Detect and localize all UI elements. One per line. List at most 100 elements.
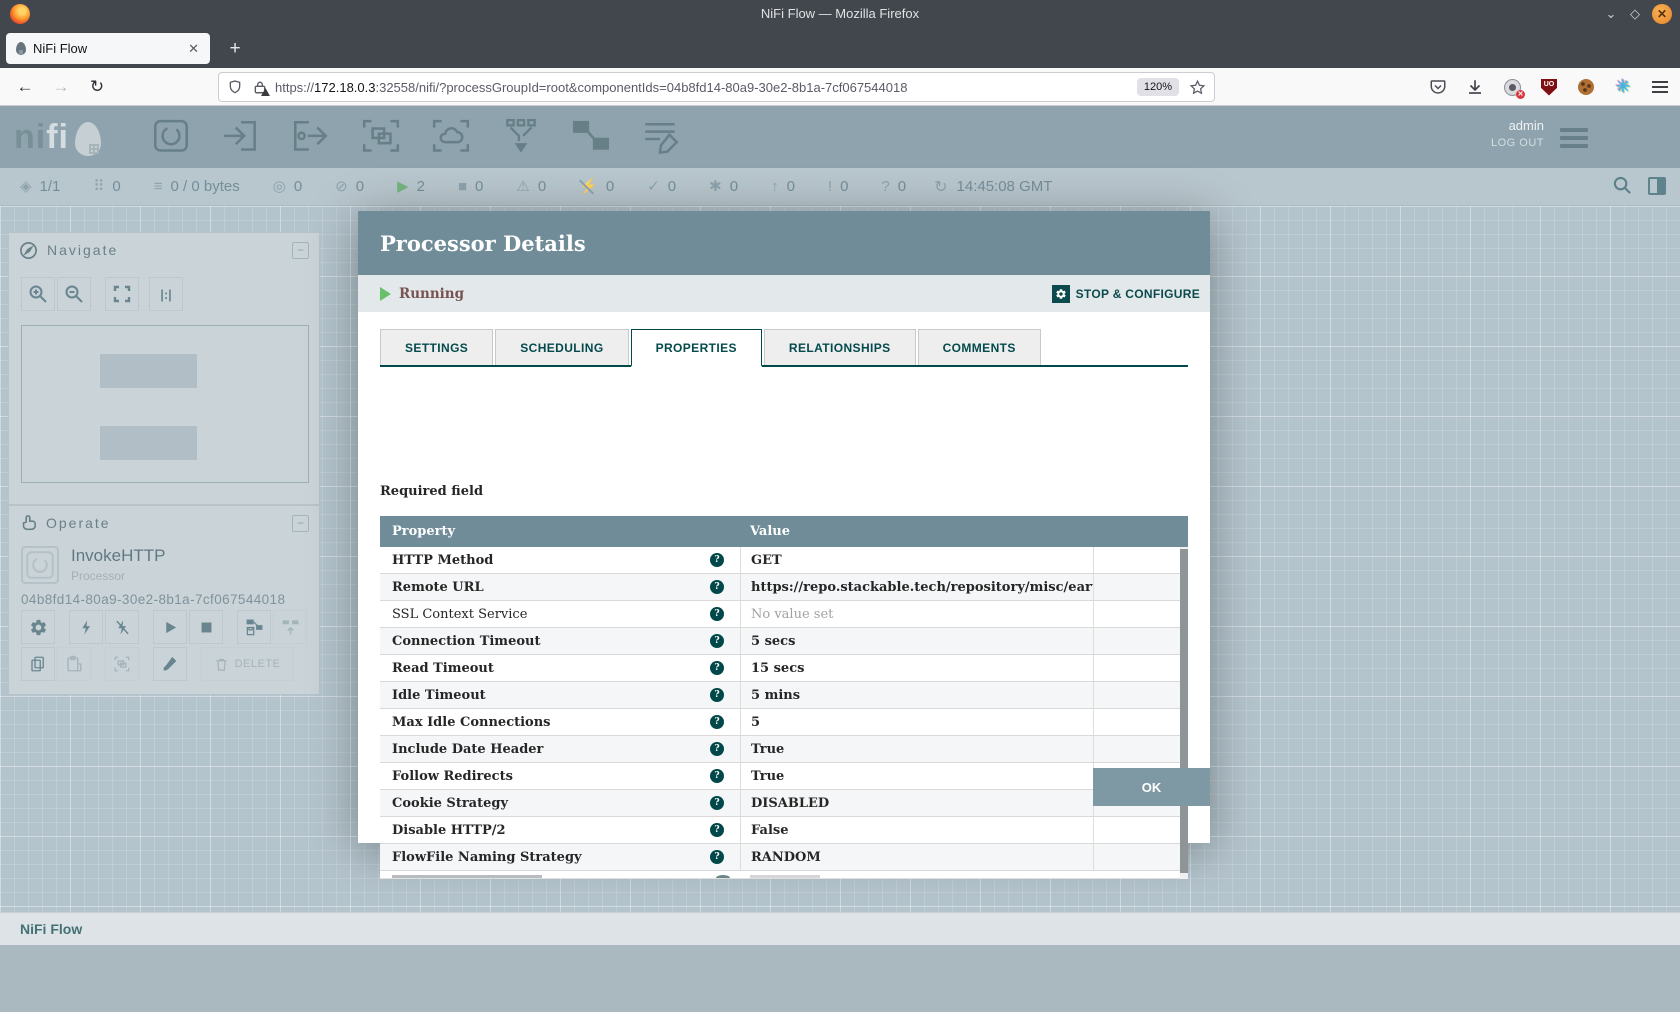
property-name: Max Idle Connections: [392, 715, 710, 730]
property-value: 15 secs: [740, 655, 1093, 681]
properties-table: Property Value HTTP Method?GETRemote URL…: [380, 516, 1188, 879]
property-name: Read Timeout: [392, 661, 710, 676]
property-row: Max Idle Connections? 5: [380, 709, 1188, 736]
property-row: FlowFile Naming Strategy?RANDOM: [380, 844, 1188, 871]
toolbar-extension-area: ✕ UO ✳: [1428, 74, 1670, 100]
properties-table-body: HTTP Method? GET Remote URL? https://repo.s…: [380, 547, 1188, 879]
browser-tab-nifi-flow[interactable]: NiFi Flow ✕: [6, 33, 210, 64]
tab-comments[interactable]: COMMENTS: [918, 329, 1041, 365]
dialog-status-bar: Running STOP & CONFIGURE: [358, 275, 1210, 312]
connection-lock-icon[interactable]: [253, 80, 267, 95]
dialog-tabs: SETTINGSSCHEDULINGPROPERTIESRELATIONSHIP…: [380, 329, 1188, 367]
property-help-icon[interactable]: ?: [710, 607, 724, 621]
property-help-icon[interactable]: ?: [710, 634, 724, 648]
pocket-icon[interactable]: [1428, 77, 1448, 97]
tab-properties[interactable]: PROPERTIES: [631, 329, 762, 367]
back-button[interactable]: ←: [12, 74, 38, 100]
window-shade-icon[interactable]: ⌄: [1600, 3, 1622, 25]
tab-relationships[interactable]: RELATIONSHIPS: [764, 329, 916, 365]
property-name: HTTP Method: [392, 553, 710, 568]
property-row: Follow Redirects? True: [380, 763, 1188, 790]
ok-button[interactable]: OK: [1093, 768, 1210, 806]
property-row: Read Timeout? 15 secs: [380, 655, 1188, 682]
tab-title: NiFi Flow: [33, 41, 185, 56]
property-column-header: Property: [380, 524, 740, 539]
property-help-icon[interactable]: ?: [710, 580, 724, 594]
table-scrollbar[interactable]: [1180, 547, 1188, 879]
property-help-icon[interactable]: ?: [710, 850, 724, 864]
property-help-icon[interactable]: ?: [710, 769, 724, 783]
property-value: No value set: [740, 601, 1093, 627]
url-bar[interactable]: https://172.18.0.3:32558/nifi/?processGr…: [218, 72, 1215, 102]
property-name: SSL Context Service: [392, 607, 710, 622]
property-help-icon[interactable]: ?: [710, 823, 724, 837]
property-value: 5 secs: [740, 628, 1093, 654]
window-titlebar: NiFi Flow — Mozilla Firefox ⌄ ◇ ✕: [0, 0, 1680, 28]
window-title: NiFi Flow — Mozilla Firefox: [0, 0, 1680, 28]
nifi-favicon-icon: [16, 42, 26, 55]
window-close-icon[interactable]: ✕: [1652, 4, 1672, 24]
tab-close-icon[interactable]: ✕: [185, 41, 202, 57]
scrollbar-thumb[interactable]: [1180, 549, 1188, 873]
property-value: True: [740, 736, 1093, 762]
property-name: Disable HTTP/2: [392, 823, 710, 838]
lock-warning-icon: [261, 88, 270, 96]
processor-details-dialog: Processor Details Running STOP & CONFIGU…: [358, 211, 1210, 843]
sparkle-extension-icon[interactable]: ✳: [1613, 77, 1633, 97]
stop-and-configure-button[interactable]: STOP & CONFIGURE: [1052, 285, 1200, 303]
property-help-icon[interactable]: ?: [710, 796, 724, 810]
property-row: Connection Timeout? 5 secs: [380, 628, 1188, 655]
tab-scheduling[interactable]: SCHEDULING: [495, 329, 628, 365]
tab-settings[interactable]: SETTINGS: [380, 329, 493, 365]
required-field-label: Required field: [380, 484, 483, 499]
bookmark-star-icon[interactable]: [1189, 79, 1206, 96]
new-tab-button[interactable]: +: [222, 36, 248, 62]
property-help-icon[interactable]: ?: [710, 688, 724, 702]
browser-menu-icon[interactable]: [1650, 77, 1670, 97]
browser-tabstrip: NiFi Flow ✕ +: [0, 28, 1680, 68]
browser-toolbar: ← → ↻ https://172.18.0.3:32558/nifi/?pro…: [0, 68, 1680, 106]
cookie-extension-icon[interactable]: [1576, 77, 1596, 97]
property-row: Cookie Strategy? DISABLED: [380, 790, 1188, 817]
property-name: Cookie Strategy: [392, 796, 710, 811]
property-value: False: [740, 817, 1093, 843]
property-name: Include Date Header: [392, 742, 710, 757]
property-name: Connection Timeout: [392, 634, 710, 649]
extension-disabled-icon[interactable]: ✕: [1502, 77, 1522, 97]
running-status-icon: [380, 287, 391, 301]
zoom-level-badge[interactable]: 120%: [1137, 78, 1179, 96]
dialog-body: SETTINGSSCHEDULINGPROPERTIESRELATIONSHIP…: [358, 312, 1210, 806]
property-help-icon[interactable]: ?: [710, 661, 724, 675]
property-help-icon[interactable]: ?: [710, 742, 724, 756]
property-value: GET: [740, 547, 1093, 573]
property-value: 5: [740, 709, 1093, 735]
property-name: Remote URL: [392, 580, 710, 595]
dialog-header: Processor Details: [358, 211, 1210, 275]
property-name: Follow Redirects: [392, 769, 710, 784]
property-row: HTTP Method? GET: [380, 547, 1188, 574]
window-maximize-icon[interactable]: ◇: [1624, 3, 1646, 25]
property-name: Idle Timeout: [392, 688, 710, 703]
running-status-label: Running: [399, 286, 464, 302]
reload-button[interactable]: ↻: [84, 74, 110, 100]
forward-button: →: [48, 74, 74, 100]
downloads-icon[interactable]: [1465, 77, 1485, 97]
clipped-property-row: [380, 871, 1188, 878]
property-value: https://repo.stackable.tech/repository/m…: [740, 574, 1093, 600]
property-value: True: [740, 763, 1093, 789]
property-help-icon[interactable]: ?: [710, 553, 724, 567]
tracking-shield-icon[interactable]: [227, 79, 243, 95]
value-column-header: Value: [740, 524, 1093, 539]
stop-configure-gear-icon: [1052, 285, 1070, 303]
property-row: Disable HTTP/2? False: [380, 817, 1188, 844]
property-row: Idle Timeout?5 mins: [380, 682, 1188, 709]
url-text: https://172.18.0.3:32558/nifi/?processGr…: [275, 80, 1137, 95]
property-value: DISABLED: [740, 790, 1093, 816]
property-row: Remote URL? https://repo.stackable.tech/r…: [380, 574, 1188, 601]
ublock-origin-icon[interactable]: UO: [1539, 77, 1559, 97]
dialog-title: Processor Details: [380, 231, 586, 256]
property-value: RANDOM: [740, 844, 1093, 870]
property-help-icon[interactable]: ?: [710, 715, 724, 729]
properties-table-header: Property Value: [380, 516, 1188, 547]
property-row: SSL Context Service? No value set: [380, 601, 1188, 628]
